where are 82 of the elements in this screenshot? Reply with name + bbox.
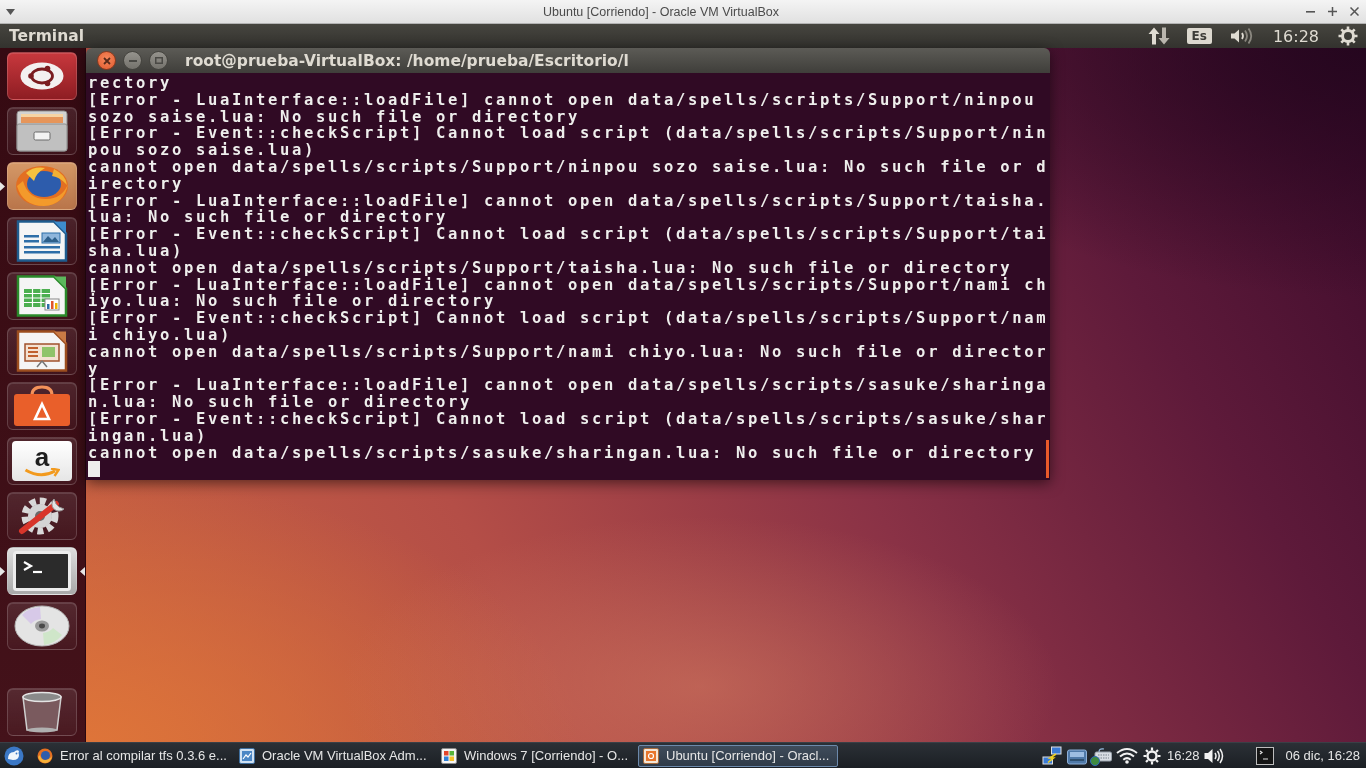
terminal-line: iyo.lua: No such file or directory bbox=[88, 293, 497, 311]
launcher-button[interactable] bbox=[7, 217, 77, 265]
terminal-line: [Error - Event::checkScript] Cannot load script (data/spells/scripts/Support/tai bbox=[88, 226, 1049, 243]
menu-caret-icon[interactable] bbox=[6, 8, 15, 15]
terminal-line: i chiyo.lua) bbox=[88, 326, 233, 344]
ring-logo-icon bbox=[20, 62, 64, 90]
launcher-button[interactable] bbox=[7, 688, 77, 736]
volume-icon[interactable] bbox=[1228, 27, 1255, 45]
date-time[interactable]: 06 dic, 16:28 bbox=[1285, 748, 1360, 763]
maximize-icon bbox=[154, 57, 163, 64]
launcher-button[interactable] bbox=[7, 52, 77, 100]
terminal-line: sha.lua) bbox=[88, 242, 184, 260]
terminal-line: cannot open data/spells/scripts/Support/nami chiyo.lua: No such file or director bbox=[88, 343, 1049, 361]
minimize-icon[interactable] bbox=[1306, 10, 1315, 13]
wifi-icon[interactable] bbox=[1116, 747, 1138, 764]
tray-clock[interactable]: 16:28 bbox=[1167, 748, 1200, 763]
app-menu-title[interactable]: Terminal bbox=[9, 27, 84, 45]
window-title: Ubuntu [Corriendo] - Oracle VM VirtualBox bbox=[543, 4, 779, 19]
minimize-icon bbox=[128, 59, 137, 62]
taskbar-button[interactable]: Ubuntu [Corriendo] - Oracl... bbox=[638, 744, 838, 767]
plus-icon[interactable] bbox=[1328, 7, 1337, 16]
terminal-line: n.lua: No such file or directory bbox=[88, 394, 473, 411]
file-drawer-icon bbox=[16, 110, 68, 152]
launcher-button[interactable] bbox=[7, 272, 77, 320]
panel-clock[interactable]: 16:28 bbox=[1272, 26, 1319, 46]
terminal-line: irectory bbox=[88, 175, 184, 193]
launcher-button[interactable] bbox=[7, 602, 77, 650]
spreadsheet-icon bbox=[16, 275, 68, 317]
taskbar-button[interactable]: Error al compilar tfs 0.3.6 e... bbox=[32, 744, 232, 767]
close-icon bbox=[102, 56, 111, 65]
scrollbar-thumb[interactable] bbox=[1046, 440, 1049, 478]
network-arrows-icon[interactable] bbox=[1147, 27, 1170, 45]
close-button[interactable] bbox=[97, 51, 116, 70]
terminal-line: ingan.lua) bbox=[88, 427, 209, 445]
mouse-icon[interactable] bbox=[4, 745, 24, 766]
terminal-line: y bbox=[88, 360, 100, 378]
terminal-line: cannot open data/spells/scripts/sasuke/sharingan.lua: No such file or directory bbox=[88, 444, 1037, 462]
shopping-bag-icon bbox=[13, 385, 71, 427]
close-icon[interactable] bbox=[1350, 7, 1359, 16]
terminal-line: pou sozo saise.lua) bbox=[88, 142, 317, 159]
block-cursor-icon bbox=[88, 461, 100, 478]
framed-window-icon bbox=[239, 747, 255, 764]
terminal-line: [Error - LuaInterface::loadFile] cannot open data/spells/scripts/Support/taisha. bbox=[88, 192, 1049, 210]
fox-globe-icon bbox=[14, 165, 70, 207]
four-pane-window-icon bbox=[441, 747, 457, 764]
launcher-button[interactable] bbox=[7, 382, 77, 430]
keyboard-icon[interactable] bbox=[1090, 745, 1112, 766]
volume-icon[interactable] bbox=[1203, 747, 1224, 764]
terminal-line: [Error - Event::checkScript] Cannot load script (data/spells/scripts/sasuke/shar bbox=[88, 410, 1049, 428]
terminal-line: [Error - LuaInterface::loadFile] cannot open data/spells/scripts/Support/nami ch bbox=[88, 276, 1049, 294]
terminal-line: [Error - LuaInterface::loadFile] cannot open data/spells/scripts/sasuke/sharinga bbox=[88, 377, 1049, 395]
document-icon bbox=[16, 220, 68, 262]
taskbar-button[interactable]: Oracle VM VirtualBox Adm... bbox=[234, 744, 434, 767]
terminal-icon[interactable] bbox=[1255, 746, 1274, 765]
printer-icon[interactable] bbox=[1067, 746, 1087, 765]
launcher-button[interactable] bbox=[7, 547, 77, 595]
launcher-button[interactable] bbox=[7, 327, 77, 375]
maximize-button[interactable] bbox=[149, 51, 168, 70]
terminal-line: cannot open data/spells/scripts/Support/taisha.lua: No such file or directory bbox=[88, 259, 1013, 277]
smile-arrow-icon bbox=[24, 467, 60, 477]
terminal-line: cannot open data/spells/scripts/Support/ninpou sozo saise.lua: No such file or d bbox=[88, 159, 1049, 176]
presentation-icon bbox=[16, 330, 68, 372]
terminal-line: lua: No such file or directory bbox=[88, 209, 449, 227]
launcher-button[interactable] bbox=[7, 492, 77, 540]
framed-window-icon bbox=[643, 747, 659, 764]
disc-icon bbox=[14, 605, 70, 647]
terminal-line: [Error - LuaInterface::loadFile] cannot open data/spells/scripts/Support/ninpou bbox=[88, 91, 1037, 109]
launcher-button[interactable] bbox=[7, 107, 77, 155]
taskbar-button[interactable]: Windows 7 [Corriendo] - O... bbox=[436, 744, 636, 767]
gear-icon[interactable] bbox=[1337, 26, 1359, 46]
terminal-line: rectory bbox=[88, 75, 172, 92]
terminal-line: sozo saise.lua: No such file or directory bbox=[88, 108, 581, 126]
minimize-button[interactable] bbox=[123, 51, 142, 70]
network-icon[interactable] bbox=[1042, 745, 1062, 766]
window-title: root@prueba-VirtualBox: /home/prueba/Escritorio/l bbox=[185, 51, 629, 70]
launcher-button[interactable]: a bbox=[7, 437, 77, 485]
terminal-prompt-icon bbox=[13, 551, 71, 591]
trash-can-icon bbox=[19, 691, 65, 733]
terminal-line: [Error - Event::checkScript] Cannot load script (data/spells/scripts/Support/nam bbox=[88, 310, 1049, 327]
terminal-line: [Error - Event::checkScript] Cannot load script (data/spells/scripts/Support/nin bbox=[88, 125, 1049, 143]
keyboard-layout-indicator[interactable]: Es bbox=[1186, 28, 1212, 44]
fox-globe-icon bbox=[37, 747, 53, 764]
